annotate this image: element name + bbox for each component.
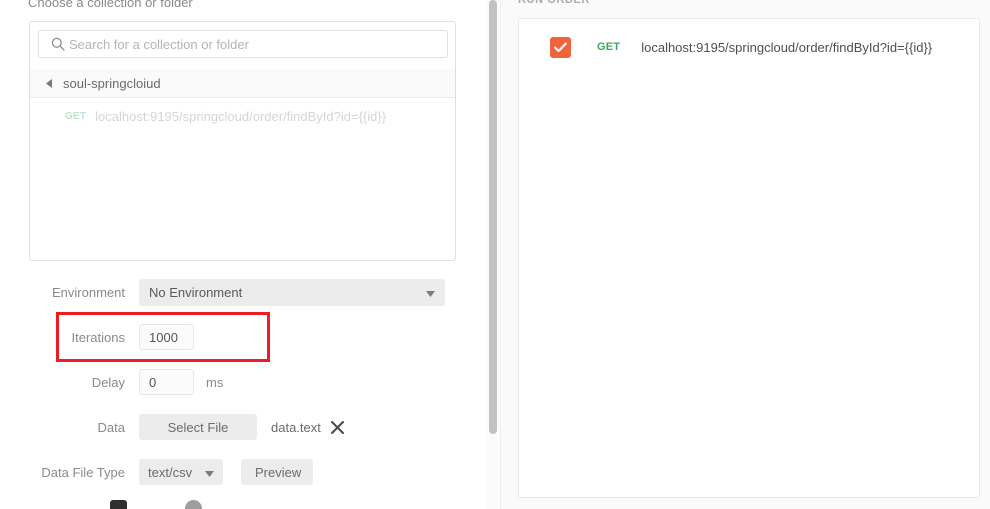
search-field-wrapper[interactable] [38, 30, 448, 58]
data-file-type-label: Data File Type [41, 464, 125, 480]
data-filename-label: data.text [271, 419, 321, 435]
collection-chooser-box: soul-springcloiud GET localhost:9195/spr… [29, 21, 456, 261]
triangle-left-icon[interactable] [46, 78, 53, 88]
delay-unit-label: ms [206, 374, 224, 390]
page-title: Choose a collection or folder [28, 0, 193, 10]
vertical-scrollbar-thumb[interactable] [489, 0, 497, 434]
environment-selected-value: No Environment [149, 284, 243, 300]
run-item-checkbox[interactable] [550, 36, 571, 58]
search-icon [47, 37, 69, 51]
iterations-label: Iterations [71, 329, 125, 345]
request-url-label: localhost:9195/springcloud/order/findByI… [95, 108, 387, 124]
environment-select[interactable]: No Environment [139, 278, 445, 306]
select-file-button[interactable]: Select File [139, 414, 257, 440]
breadcrumb[interactable]: soul-springcloiud [30, 69, 455, 98]
run-order-card: GET localhost:9195/springcloud/order/fin… [518, 18, 980, 498]
delay-input[interactable] [139, 369, 194, 395]
list-item[interactable]: GET localhost:9195/springcloud/order/fin… [30, 104, 455, 128]
search-input[interactable] [69, 36, 429, 52]
delay-label: Delay [91, 374, 125, 390]
environment-label: Environment [52, 284, 125, 300]
delay-row: Delay ms [29, 369, 459, 395]
close-x-icon[interactable] [330, 420, 344, 434]
vertical-scrollbar-track[interactable] [487, 0, 500, 509]
data-file-type-row: Data File Type text/csv Preview [29, 459, 459, 485]
data-label: Data [97, 419, 125, 435]
checkmark-icon [554, 42, 567, 52]
data-file-type-value: text/csv [148, 464, 193, 480]
run-order-heading: RUN ORDER [518, 0, 591, 6]
iterations-row: Iterations [29, 324, 459, 350]
chevron-down-icon [426, 285, 435, 300]
chevron-down-icon [205, 465, 214, 480]
run-order-panel: RUN ORDER GET localhost:9195/springcloud… [500, 0, 990, 509]
run-item-method-label: GET [597, 41, 621, 53]
run-order-item[interactable]: GET localhost:9195/springcloud/order/fin… [519, 34, 979, 60]
data-file-type-select[interactable]: text/csv [139, 459, 223, 485]
collection-runner-left-panel: Choose a collection or folder soul-sprin… [0, 0, 487, 509]
iterations-input[interactable] [139, 324, 194, 350]
preview-button[interactable]: Preview [241, 459, 313, 485]
breadcrumb-label: soul-springcloiud [63, 75, 161, 91]
clipped-checkbox[interactable] [110, 500, 127, 509]
info-icon[interactable] [185, 500, 202, 509]
clipped-options-row [29, 500, 459, 509]
request-method-label: GET [65, 110, 87, 122]
environment-row: Environment No Environment [29, 278, 459, 306]
run-item-url-label: localhost:9195/springcloud/order/findByI… [641, 39, 933, 55]
data-row: Data Select File data.text [29, 414, 459, 440]
